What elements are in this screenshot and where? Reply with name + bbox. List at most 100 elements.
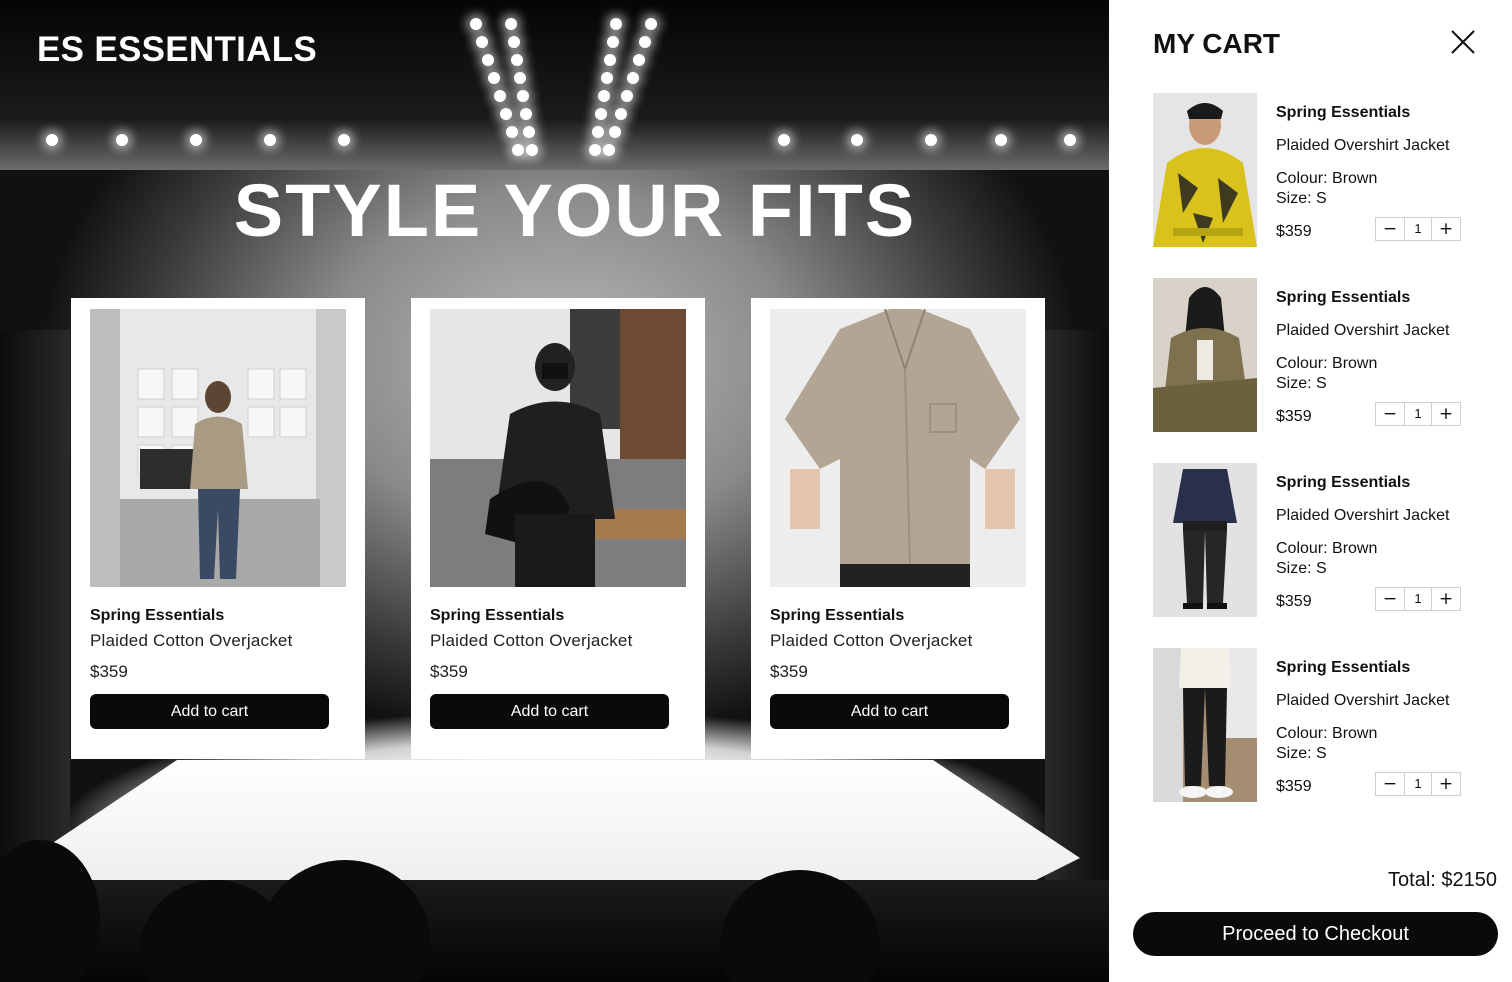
cart-item-collection: Spring Essentials: [1276, 289, 1411, 306]
cart-item-colour: Colour: Brown: [1276, 725, 1378, 742]
cart-item-price: $359: [1276, 778, 1312, 795]
product-price: $359: [770, 662, 808, 681]
product-collection: Spring Essentials: [430, 607, 565, 624]
ceiling-light: [778, 134, 790, 146]
close-icon[interactable]: [1449, 28, 1477, 56]
cart-item-collection: Spring Essentials: [1276, 474, 1411, 491]
ceiling-light: [488, 72, 500, 84]
cart-item-collection: Spring Essentials: [1276, 659, 1411, 676]
increase-quantity-button[interactable]: +: [1432, 773, 1460, 795]
cart-item-image[interactable]: [1153, 278, 1257, 432]
ceiling-light: [925, 134, 937, 146]
quantity-stepper: − 1 +: [1375, 217, 1461, 241]
ceiling-light: [526, 144, 538, 156]
quantity-value[interactable]: 1: [1404, 218, 1432, 240]
quantity-stepper: − 1 +: [1375, 772, 1461, 796]
hero-title: STYLE YOUR FITS: [233, 169, 917, 252]
product-collection: Spring Essentials: [770, 607, 905, 624]
checkout-button[interactable]: Proceed to Checkout: [1133, 912, 1498, 956]
cart-title: MY CART: [1153, 28, 1281, 59]
ceiling-light: [500, 108, 512, 120]
quantity-value[interactable]: 1: [1404, 588, 1432, 610]
ceiling-light: [1064, 134, 1076, 146]
ceiling-light: [511, 54, 523, 66]
increase-quantity-button[interactable]: +: [1432, 588, 1460, 610]
product-name[interactable]: Plaided Cotton Overjacket: [430, 631, 633, 651]
ceiling-light: [627, 72, 639, 84]
decrease-quantity-button[interactable]: −: [1376, 773, 1404, 795]
ceiling-light: [639, 36, 651, 48]
cart-item: Spring Essentials Plaided Overshirt Jack…: [1153, 93, 1483, 247]
increase-quantity-button[interactable]: +: [1432, 218, 1460, 240]
ceiling-light: [592, 126, 604, 138]
cart-item-name[interactable]: Plaided Overshirt Jacket: [1276, 137, 1449, 155]
quantity-value[interactable]: 1: [1404, 773, 1432, 795]
ceiling-light: [264, 134, 276, 146]
cart-item-image[interactable]: [1153, 648, 1257, 802]
ceiling-light: [851, 134, 863, 146]
quantity-stepper: − 1 +: [1375, 587, 1461, 611]
ceiling-light: [517, 90, 529, 102]
product-image[interactable]: [90, 309, 346, 587]
ceiling-light: [603, 144, 615, 156]
ceiling-light: [589, 144, 601, 156]
ceiling-light: [633, 54, 645, 66]
decrease-quantity-button[interactable]: −: [1376, 403, 1404, 425]
decrease-quantity-button[interactable]: −: [1376, 588, 1404, 610]
audience-left: [0, 330, 70, 890]
ceiling-light: [604, 54, 616, 66]
cart-item-price: $359: [1276, 408, 1312, 425]
ceiling-light: [470, 18, 482, 30]
add-to-cart-button[interactable]: Add to cart: [430, 694, 669, 729]
ceiling-light: [995, 134, 1007, 146]
product-name[interactable]: Plaided Cotton Overjacket: [90, 631, 293, 651]
ceiling-light: [615, 108, 627, 120]
runway: [30, 760, 1080, 900]
ceiling-light: [506, 126, 518, 138]
product-image[interactable]: [770, 309, 1026, 587]
cart-item-colour: Colour: Brown: [1276, 355, 1378, 372]
cart-item: Spring Essentials Plaided Overshirt Jack…: [1153, 648, 1483, 802]
add-to-cart-button[interactable]: Add to cart: [90, 694, 329, 729]
ceiling-light: [523, 126, 535, 138]
ceiling-light: [505, 18, 517, 30]
ceiling-light: [514, 72, 526, 84]
ceiling-light: [621, 90, 633, 102]
ceiling-light: [520, 108, 532, 120]
increase-quantity-button[interactable]: +: [1432, 403, 1460, 425]
cart-item-collection: Spring Essentials: [1276, 104, 1411, 121]
ceiling-light: [607, 36, 619, 48]
ceiling-light: [645, 18, 657, 30]
ceiling: [0, 0, 1109, 170]
ceiling-light: [338, 134, 350, 146]
product-price: $359: [90, 662, 128, 681]
cart-item-name[interactable]: Plaided Overshirt Jacket: [1276, 692, 1449, 710]
product-card[interactable]: Spring Essentials Plaided Cotton Overjac…: [71, 298, 365, 759]
cart-item: Spring Essentials Plaided Overshirt Jack…: [1153, 278, 1483, 432]
product-price: $359: [430, 662, 468, 681]
ceiling-light: [609, 126, 621, 138]
ceiling-light: [476, 36, 488, 48]
cart-item-price: $359: [1276, 223, 1312, 240]
ceiling-light: [482, 54, 494, 66]
quantity-stepper: − 1 +: [1375, 402, 1461, 426]
product-name[interactable]: Plaided Cotton Overjacket: [770, 631, 973, 651]
cart-item-image[interactable]: [1153, 463, 1257, 617]
add-to-cart-button[interactable]: Add to cart: [770, 694, 1009, 729]
quantity-value[interactable]: 1: [1404, 403, 1432, 425]
product-card[interactable]: Spring Essentials Plaided Cotton Overjac…: [411, 298, 705, 759]
cart-item-size: Size: S: [1276, 190, 1327, 207]
ceiling-light: [598, 90, 610, 102]
cart-item-image[interactable]: [1153, 93, 1257, 247]
cart-total: Total: $2150: [1388, 869, 1497, 891]
product-image[interactable]: [430, 309, 686, 587]
audience-right: [1045, 330, 1109, 890]
decrease-quantity-button[interactable]: −: [1376, 218, 1404, 240]
cart-item-name[interactable]: Plaided Overshirt Jacket: [1276, 322, 1449, 340]
cart-item-name[interactable]: Plaided Overshirt Jacket: [1276, 507, 1449, 525]
product-card[interactable]: Spring Essentials Plaided Cotton Overjac…: [751, 298, 1045, 759]
ceiling-light: [601, 72, 613, 84]
brand-logo[interactable]: ES ESSENTIALS: [37, 30, 317, 70]
cart-panel: MY CART Spring Essentials Plaided Oversh…: [1109, 0, 1512, 982]
ceiling-light: [508, 36, 520, 48]
